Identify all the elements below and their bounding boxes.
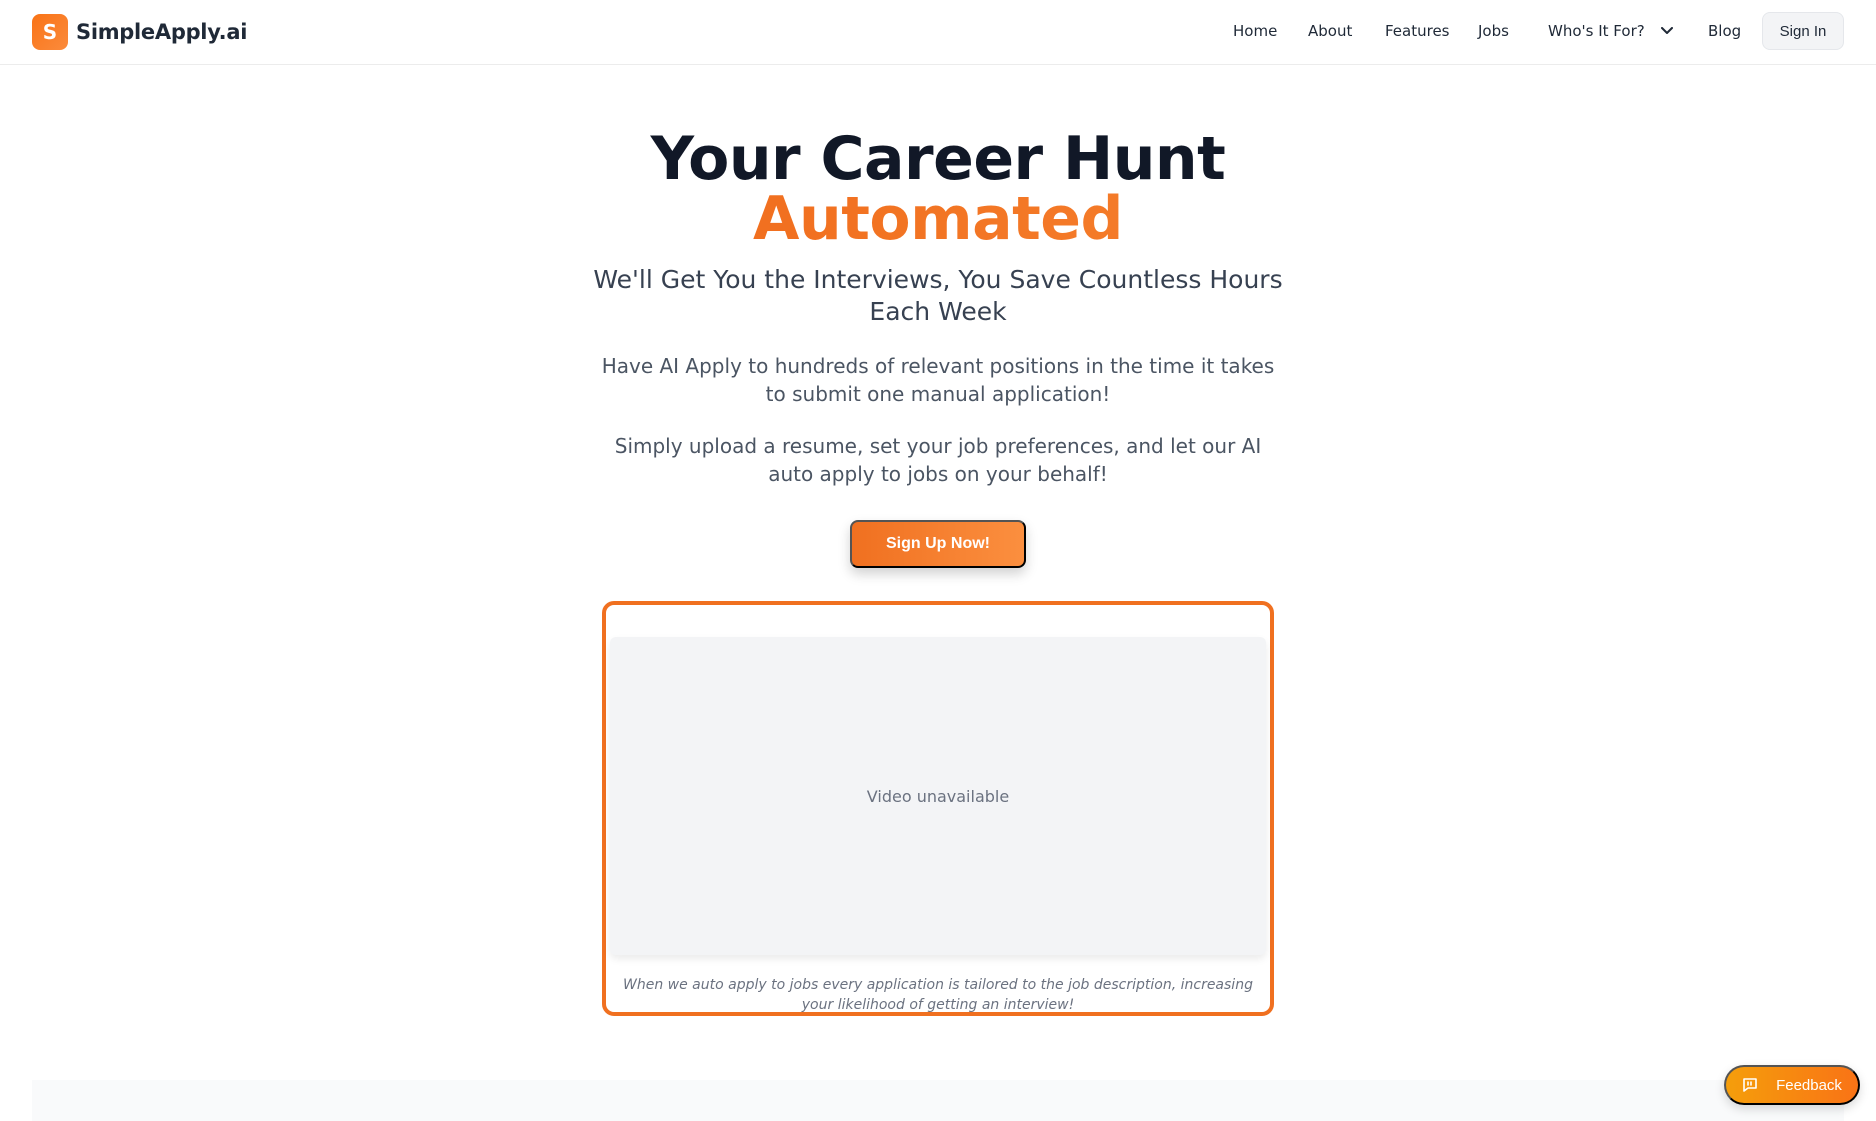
feedback-label: Feedback [1776,1076,1842,1094]
brand-logo[interactable]: S [32,14,68,50]
video-section: Video unavailable When we auto apply to … [602,601,1274,1016]
chevron-down-icon [1660,27,1673,34]
brand-name[interactable]: SimpleApply.ai [76,20,247,44]
feedback-button[interactable]: Feedback [1724,1065,1860,1105]
nav-whos-it-for-label: Who's It For? [1548,22,1645,40]
nav-blog[interactable]: Blog [1708,22,1741,40]
nav-jobs[interactable]: Jobs [1478,22,1509,40]
next-section-strip [32,1080,1844,1121]
sign-up-button[interactable]: Sign Up Now! [850,520,1026,568]
brand[interactable]: S SimpleApply.ai [32,14,247,50]
video-caption: When we auto apply to jobs every applica… [623,977,1253,1013]
nav-whos-it-for-dropdown[interactable]: Who's It For? [1548,22,1673,40]
nav-about[interactable]: About [1308,22,1352,40]
top-navbar: S SimpleApply.ai Home About Features Job… [0,0,1876,65]
nav-home[interactable]: Home [1233,22,1277,40]
video-status: Video unavailable [866,786,1010,806]
hero-title-highlight: Automated [0,184,1876,254]
video-player[interactable]: Video unavailable [610,637,1266,955]
nav-features[interactable]: Features [1385,22,1450,40]
sign-in-button[interactable]: Sign In [1762,12,1844,50]
message-icon [1743,1078,1757,1092]
hero-subtitle: We'll Get You the Interviews, You Save C… [593,265,1283,326]
hero-description-1: Have AI Apply to hundreds of relevant po… [601,354,1275,406]
hero-description-2: Simply upload a resume, set your job pre… [614,434,1262,486]
